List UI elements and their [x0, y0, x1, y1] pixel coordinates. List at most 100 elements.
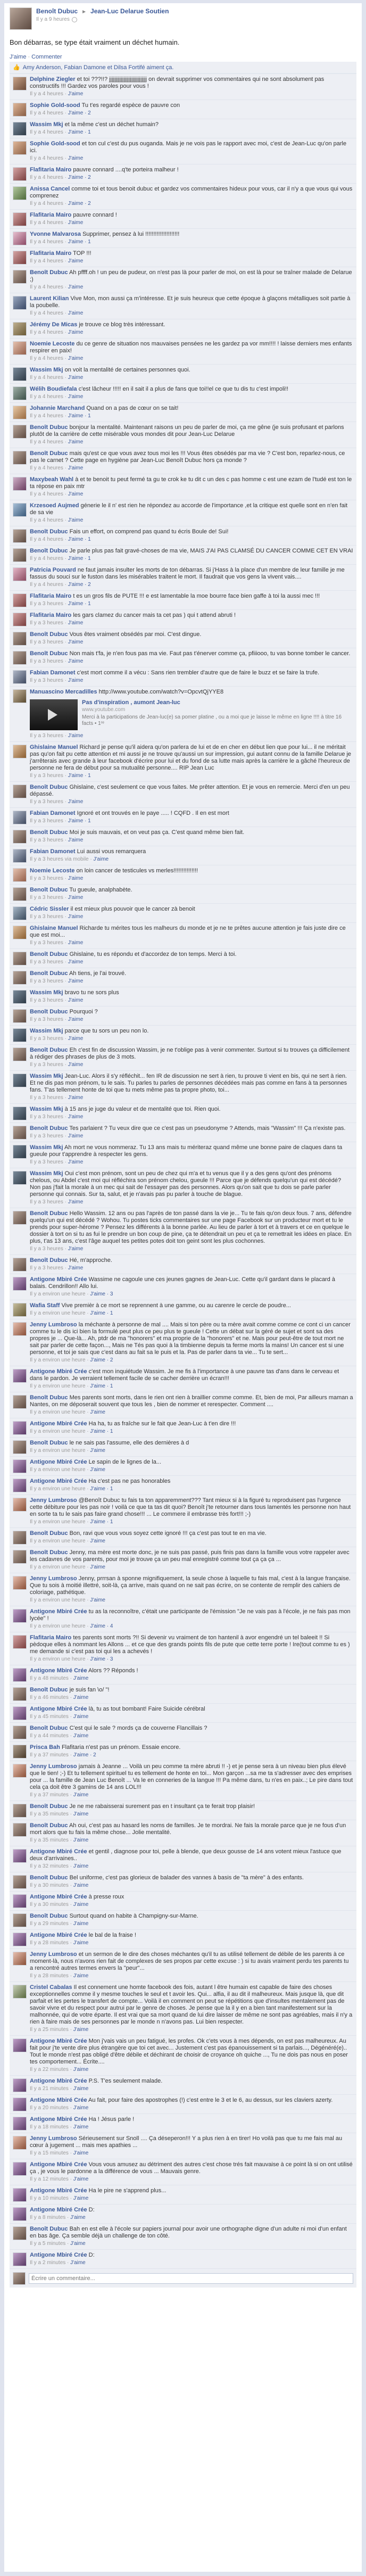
- commenter-avatar[interactable]: [13, 811, 27, 824]
- commenter-name[interactable]: Benoît Dubuc: [30, 1803, 68, 1810]
- comment-like-link[interactable]: J'aime · 2: [68, 582, 91, 588]
- comment-timestamp[interactable]: Il y a 29 minutes: [30, 1921, 69, 1927]
- comment-timestamp[interactable]: Il y a 3 heures: [30, 876, 63, 881]
- post-target-link[interactable]: Jean-Luc Delarue Soutien: [90, 7, 169, 15]
- comment-like-link[interactable]: J'aime: [68, 155, 84, 161]
- comment-timestamp[interactable]: Il y a 3 heures: [30, 733, 63, 739]
- commenter-name[interactable]: Flafitaria Mairo: [30, 612, 71, 618]
- commenter-avatar[interactable]: [13, 1687, 27, 1701]
- comment-timestamp[interactable]: Il y a 3 heures: [30, 1199, 63, 1205]
- comment-like-link[interactable]: J'aime · 2: [68, 110, 91, 116]
- comment-timestamp[interactable]: Il y a 3 heures: [30, 959, 63, 965]
- author-avatar[interactable]: [10, 7, 32, 30]
- commenter-avatar[interactable]: [13, 613, 27, 626]
- comment-timestamp[interactable]: Il y a 3 heures: [30, 1036, 63, 1042]
- commenter-name[interactable]: Cédric Sissler: [30, 906, 69, 912]
- comment-timestamp[interactable]: Il y a environ une heure: [30, 1597, 86, 1603]
- comment-timestamp[interactable]: Il y a environ une heure: [30, 1291, 86, 1297]
- comment-timestamp[interactable]: Il y a 37 minutes: [30, 1792, 69, 1798]
- commenter-name[interactable]: Wassim Mkj: [30, 1106, 63, 1112]
- comment-timestamp[interactable]: Il y a 25 minutes: [30, 2027, 69, 2033]
- comment-timestamp[interactable]: Il y a 4 heures: [30, 439, 63, 445]
- commenter-avatar[interactable]: [13, 830, 27, 844]
- comment-input[interactable]: [29, 2273, 353, 2284]
- commenter-name[interactable]: Benoît Dubuc: [30, 1009, 68, 1015]
- comment-like-link[interactable]: J'aime · 2: [68, 201, 91, 207]
- comment-timestamp[interactable]: Il y a 3 heures: [30, 658, 63, 664]
- commenter-name[interactable]: Benoît Dubuc: [30, 829, 68, 836]
- commenter-name[interactable]: Antigone Mbiré Crée: [30, 1276, 87, 1283]
- commenter-avatar[interactable]: [13, 77, 27, 90]
- commenter-avatar[interactable]: [13, 1745, 27, 1758]
- comment-timestamp[interactable]: Il y a 30 minutes: [30, 1883, 69, 1888]
- commenter-avatar[interactable]: [13, 1849, 27, 1863]
- commenter-name[interactable]: Antigone Mbiré Crée: [30, 1932, 87, 1938]
- commenter-name[interactable]: Noemie Lecoste: [30, 341, 74, 347]
- commenter-avatar[interactable]: [13, 971, 27, 985]
- commenter-name[interactable]: Benoît Dubuc: [30, 951, 68, 957]
- commenter-name[interactable]: Wafia Staff: [30, 1302, 60, 1309]
- commenter-avatar[interactable]: [13, 906, 27, 920]
- comment-like-link[interactable]: J'aime: [68, 639, 84, 645]
- commenter-name[interactable]: Wassim Mkj: [30, 1028, 63, 1034]
- commenter-avatar[interactable]: [13, 1303, 27, 1317]
- comment-like-link[interactable]: J'aime: [68, 329, 84, 335]
- commenter-avatar[interactable]: [13, 689, 27, 703]
- commenter-name[interactable]: Benoît Dubuc: [30, 1394, 68, 1401]
- commenter-name[interactable]: Wélih Boudiefala: [30, 386, 77, 392]
- comment-timestamp[interactable]: Il y a 4 heures: [30, 356, 63, 361]
- commenter-avatar[interactable]: [13, 1725, 27, 1739]
- commenter-avatar[interactable]: [13, 2078, 27, 2092]
- commenter-name[interactable]: Antigone Mbiré Crée: [30, 1478, 87, 1484]
- commenter-avatar[interactable]: [13, 1479, 27, 1492]
- comment-timestamp[interactable]: Il y a environ une heure: [30, 1467, 86, 1473]
- commenter-avatar[interactable]: [13, 1211, 27, 1225]
- commenter-avatar[interactable]: [13, 1322, 27, 1336]
- comment-timestamp[interactable]: Il y a 28 minutes: [30, 1940, 69, 1946]
- comment-timestamp[interactable]: Il y a 10 minutes: [30, 2195, 69, 2201]
- commenter-name[interactable]: Prisca Bah: [30, 1744, 60, 1751]
- commenter-avatar[interactable]: [13, 1171, 27, 1185]
- commenter-avatar[interactable]: [13, 1395, 27, 1409]
- comment-like-link[interactable]: J'aime: [73, 2027, 89, 2033]
- comment-timestamp[interactable]: Il y a 3 heures: [30, 895, 63, 901]
- comment-timestamp[interactable]: Il y a 4 heures: [30, 310, 63, 316]
- comment-like-link[interactable]: J'aime · 1: [68, 239, 91, 245]
- commenter-avatar[interactable]: [13, 1985, 27, 1999]
- commenter-name[interactable]: Antigone Mbiré Crée: [30, 2207, 87, 2213]
- commenter-avatar[interactable]: [13, 186, 27, 200]
- comment-like-link[interactable]: J'aime: [68, 1114, 84, 1120]
- commenter-name[interactable]: Ghislaine Manuel: [30, 744, 78, 750]
- comment-like-link[interactable]: J'aime: [68, 678, 84, 683]
- comment-like-link[interactable]: J'aime · 1: [68, 773, 91, 779]
- comment-like-link[interactable]: J'aime: [68, 914, 84, 920]
- commenter-name[interactable]: Benoît Dubuc: [30, 529, 68, 535]
- comment-like-link[interactable]: J'aime: [94, 856, 109, 862]
- commenter-avatar[interactable]: [13, 141, 27, 155]
- commenter-avatar[interactable]: [13, 1550, 27, 1564]
- commenter-avatar[interactable]: [13, 1047, 27, 1061]
- commenter-name[interactable]: Benoît Dubuc: [30, 548, 68, 554]
- comment-timestamp[interactable]: Il y a 3 heures: [30, 639, 63, 645]
- comment-like-link[interactable]: J'aime: [68, 491, 84, 497]
- comment-timestamp[interactable]: Il y a 3 heures: [30, 1017, 63, 1022]
- comment-timestamp[interactable]: Il y a 3 heures: [30, 1265, 63, 1271]
- comment-like-link[interactable]: J'aime: [70, 2215, 86, 2220]
- commenter-name[interactable]: Benoît Dubuc: [30, 784, 68, 790]
- comment-like-link[interactable]: J'aime: [68, 978, 84, 984]
- commenter-name[interactable]: Jérémy De Micas: [30, 321, 77, 328]
- comment-timestamp[interactable]: Il y a environ une heure: [30, 1429, 86, 1434]
- commenter-avatar[interactable]: [13, 341, 27, 355]
- comment-like-link[interactable]: J'aime: [73, 2150, 89, 2156]
- comment-timestamp[interactable]: Il y a 3 heures: [30, 1095, 63, 1101]
- comment-timestamp[interactable]: Il y a 4 heures: [30, 375, 63, 381]
- comment-timestamp[interactable]: Il y a 3 heures: [30, 799, 63, 805]
- commenter-name[interactable]: Jenny Lumbroso: [30, 1763, 77, 1770]
- comment-like-link[interactable]: J'aime: [68, 1062, 84, 1068]
- commenter-name[interactable]: Benoît Dubuc: [30, 424, 68, 431]
- commenter-avatar[interactable]: [13, 1952, 27, 1966]
- comment-post-link[interactable]: Commenter: [31, 54, 62, 60]
- comment-like-link[interactable]: J'aime: [68, 1095, 84, 1101]
- commenter-avatar[interactable]: [13, 2162, 27, 2176]
- comment-like-link[interactable]: J'aime · 1: [90, 1383, 113, 1389]
